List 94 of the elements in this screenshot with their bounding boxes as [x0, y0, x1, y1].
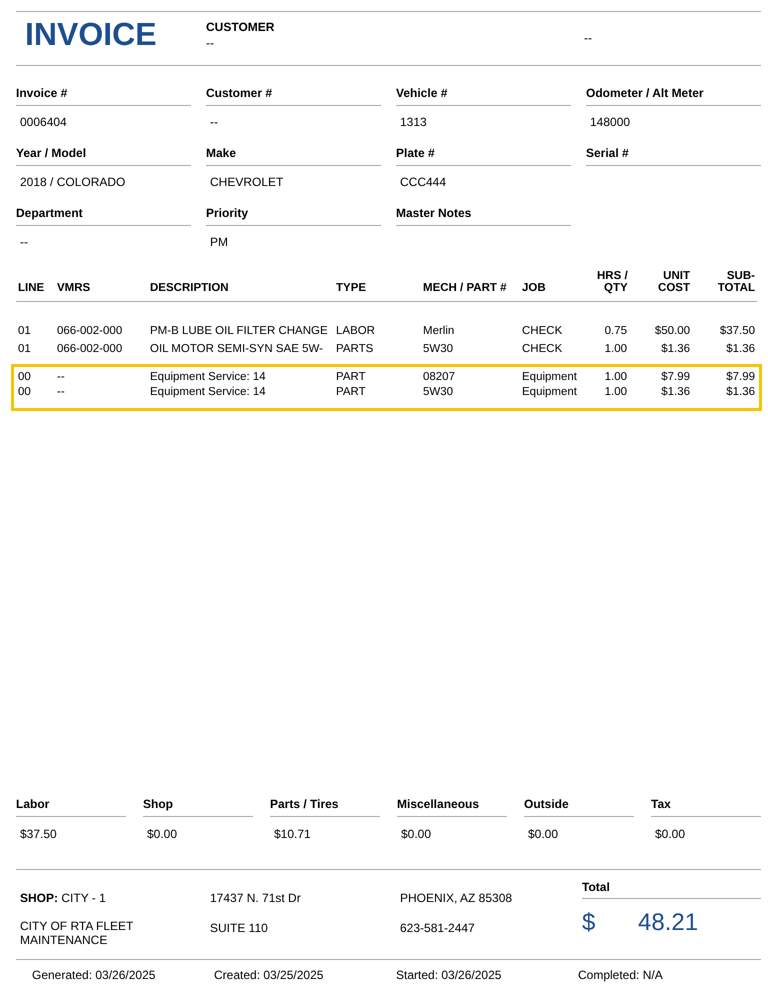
column-header: UNIT COST [658, 270, 690, 294]
table-cell: -- [57, 371, 65, 384]
table-cell: $1.36 [726, 343, 755, 356]
table-cell: 08207 [423, 371, 455, 384]
address-line: SUITE 110 [210, 920, 269, 937]
table-cell: 00 [18, 386, 31, 398]
field-value: 0006404 [20, 114, 67, 131]
table-cell: Equipment Service: 14 [150, 371, 266, 384]
table-cell: $7.99 [661, 371, 690, 384]
city-state: PHOENIX, AZ 85308 [400, 890, 514, 907]
table-cell: Merlin [423, 325, 454, 338]
table-cell: $37.50 [720, 325, 755, 338]
table-cell: 0.75 [604, 325, 627, 338]
customer-value: -- [206, 37, 215, 49]
table-cell: $50.00 [654, 325, 690, 338]
total-value: $0.00 [527, 826, 560, 843]
column-header: SUB- TOTAL [718, 270, 755, 294]
date-label: Generated: 03/26/2025 [32, 968, 156, 982]
table-cell: 5W30 [423, 343, 454, 356]
invoice-title: INVOICE [25, 16, 157, 52]
table-cell: 066-002-000 [57, 343, 122, 356]
total-label: Outside [524, 795, 634, 817]
currency-symbol: $ [582, 908, 596, 938]
field-value: -- [210, 114, 218, 131]
field-value: 1313 [400, 114, 427, 131]
table-cell: 1.00 [604, 386, 627, 398]
table-cell: CHECK [522, 343, 562, 356]
shop-name: SHOP: CITY - 1 [20, 890, 107, 907]
table-cell: OIL MOTOR SEMI-SYN SAE 5W- [150, 343, 323, 356]
address-line: 17437 N. 71st Dr [210, 890, 302, 907]
field-label: Vehicle # [396, 84, 571, 106]
table-cell: Equipment [522, 371, 577, 384]
table-cell: $7.99 [726, 371, 755, 384]
column-header: DESCRIPTION [150, 282, 229, 294]
total-heading: Total [582, 878, 761, 899]
field-label: Department [16, 204, 191, 226]
field-value: -- [20, 234, 28, 251]
table-cell: 5W30 [423, 386, 454, 398]
table-cell: Equipment [522, 386, 577, 398]
date-label: Created: 03/25/2025 [214, 968, 324, 982]
column-header: JOB [522, 282, 546, 294]
table-cell: PARTS [336, 343, 374, 356]
total-label: Parts / Tires [270, 795, 380, 817]
field-value: PM [210, 234, 228, 251]
field-label: Serial # [586, 144, 761, 166]
field-value: 2018 / COLORADO [20, 174, 126, 191]
phone-number: 623-581-2447 [400, 920, 476, 937]
date-label: Started: 03/26/2025 [396, 968, 502, 982]
customer-label: CUSTOMER [206, 21, 276, 33]
field-label: Priority [206, 204, 381, 226]
table-cell: 01 [18, 325, 31, 338]
table-cell: $1.36 [661, 386, 690, 398]
table-cell: -- [57, 386, 65, 398]
total-value: $0.00 [400, 826, 432, 843]
total-value: $10.71 [273, 826, 312, 843]
total-label: Labor [16, 795, 126, 817]
table-cell: $1.36 [726, 386, 755, 398]
table-cell: PM-B LUBE OIL FILTER CHANGE [150, 325, 328, 338]
table-cell: CHECK [522, 325, 562, 338]
customer-detail: -- [584, 31, 592, 45]
field-label: Invoice # [16, 84, 191, 106]
table-cell: $1.36 [661, 343, 690, 356]
column-header: LINE [18, 282, 44, 294]
table-cell: PART [336, 371, 366, 384]
table-cell: LABOR [336, 325, 375, 338]
shop-organization: CITY OF RTA FLEET MAINTENANCE [20, 919, 134, 947]
table-cell: 01 [18, 343, 31, 356]
total-label: Miscellaneous [397, 795, 507, 817]
table-cell: PART [336, 386, 366, 398]
field-label: Master Notes [396, 204, 571, 226]
field-label: Year / Model [16, 144, 191, 166]
date-label: Completed: N/A [578, 968, 663, 982]
total-value: $0.00 [654, 826, 686, 843]
table-cell: Equipment Service: 14 [150, 386, 266, 398]
total-label: Shop [143, 795, 253, 817]
field-label: Customer # [206, 84, 381, 106]
field-label: Odometer / Alt Meter [586, 84, 761, 106]
column-header: TYPE [336, 282, 366, 294]
table-cell: 066-002-000 [57, 325, 122, 338]
field-label: Plate # [396, 144, 571, 166]
table-cell: 1.00 [604, 343, 627, 356]
total-value: $0.00 [146, 826, 178, 843]
column-header: VMRS [57, 282, 90, 294]
field-value: CCC444 [400, 174, 446, 191]
total-value: $37.50 [19, 826, 58, 843]
field-value: 148000 [590, 114, 630, 131]
total-amount: 48.21 [638, 908, 698, 938]
column-header: MECH / PART # [423, 282, 506, 294]
field-label: Make [206, 144, 381, 166]
table-cell: 1.00 [604, 371, 627, 384]
column-header: HRS / QTY [597, 270, 628, 294]
field-value: CHEVROLET [210, 174, 284, 191]
table-cell: 00 [18, 371, 31, 384]
total-label: Tax [651, 795, 761, 817]
